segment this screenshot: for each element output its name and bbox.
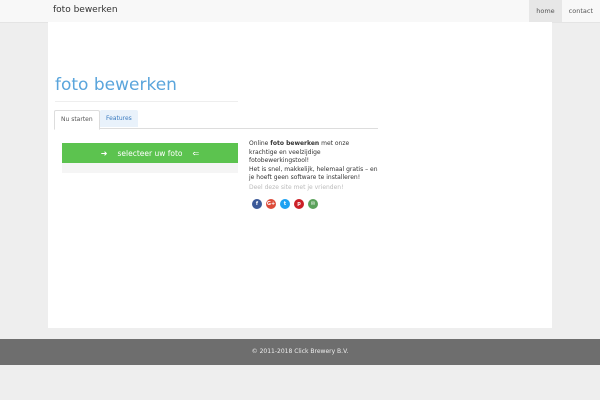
nav-home[interactable]: home xyxy=(529,0,562,22)
arrow-left-icon: ⇐ xyxy=(192,148,200,158)
google-plus-icon[interactable]: G+ xyxy=(266,199,276,209)
footer-copyright: © 2011-2018 Click Brewery B.V. xyxy=(251,348,349,355)
select-photo-button[interactable]: ➜ selecteer uw foto ⇐ xyxy=(62,143,238,163)
share-buttons: f G+ t p ✉ xyxy=(252,199,318,209)
footer: © 2011-2018 Click Brewery B.V. xyxy=(0,339,600,365)
main-panel: foto bewerken Nu starten Features ➜ sele… xyxy=(48,22,552,328)
facebook-icon[interactable]: f xyxy=(252,199,262,209)
intro-prefix: Online xyxy=(249,140,271,147)
tab-nu-starten[interactable]: Nu starten xyxy=(54,110,100,130)
intro-line2: Het is snel, makkelijk, helemaal gratis … xyxy=(249,165,378,182)
nav-menu: home contact xyxy=(529,0,600,22)
twitter-icon[interactable]: t xyxy=(280,199,290,209)
select-photo-label: selecteer uw foto xyxy=(117,148,183,158)
email-icon[interactable]: ✉ xyxy=(308,199,318,209)
page-title: foto bewerken xyxy=(55,75,177,95)
nav-contact[interactable]: contact xyxy=(562,0,600,22)
arrow-right-icon: ➜ xyxy=(100,148,108,158)
upload-area: ➜ selecteer uw foto ⇐ xyxy=(62,143,238,173)
brand-link[interactable]: foto bewerken xyxy=(53,5,118,15)
tab-features[interactable]: Features xyxy=(100,110,138,127)
title-divider xyxy=(55,101,238,102)
share-label: Deel deze site met je vrienden! xyxy=(249,184,344,191)
intro-strong: foto bewerken xyxy=(270,140,320,147)
pinterest-icon[interactable]: p xyxy=(294,199,304,209)
tab-bar: Nu starten Features xyxy=(54,110,378,130)
top-navbar: foto bewerken home contact xyxy=(0,0,600,23)
intro-text: Online foto bewerken met onze krachtige … xyxy=(249,140,379,183)
